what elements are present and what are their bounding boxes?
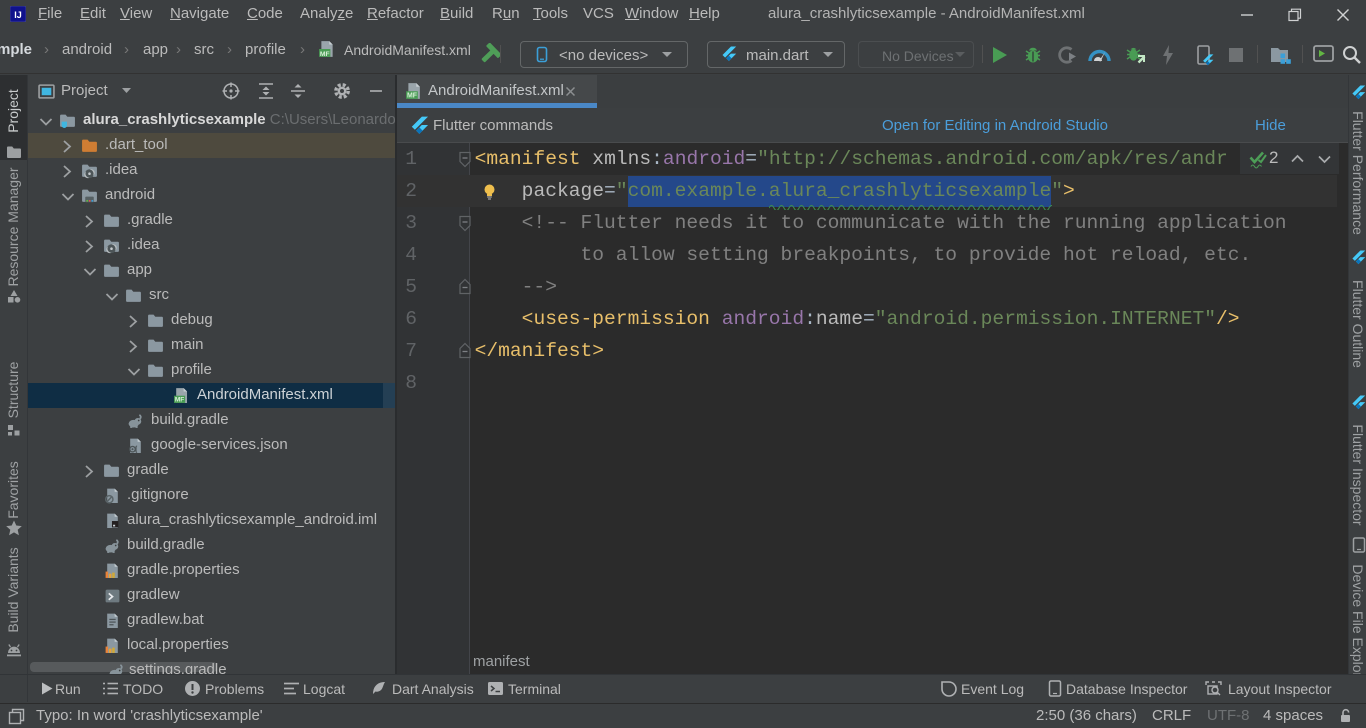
svg-text:MF: MF: [320, 51, 330, 58]
svg-text:IJ: IJ: [14, 10, 22, 20]
